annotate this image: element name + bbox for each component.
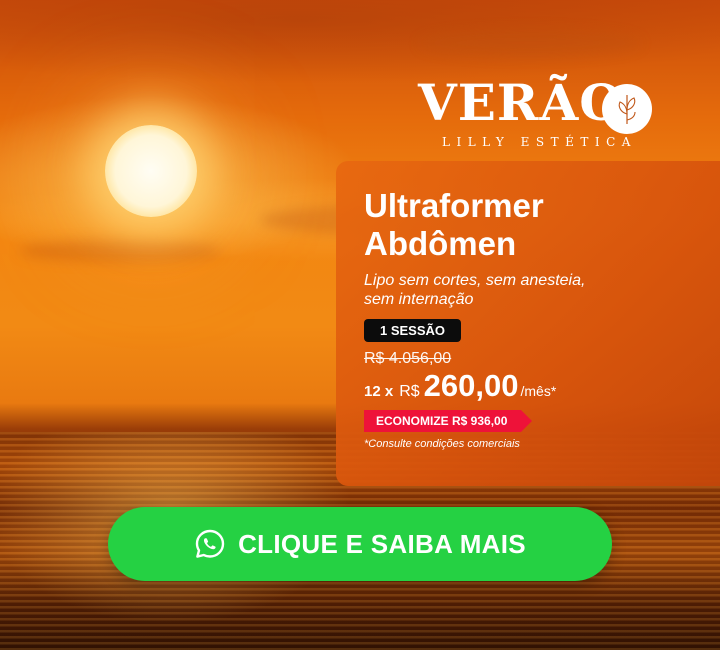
offer-subtitle: Lipo sem cortes, sem anesteia, sem inter… (364, 272, 586, 308)
old-price: R$ 4.056,00 (364, 350, 452, 367)
offer-card: Ultraformer Abdômen Lipo sem cortes, sem… (336, 161, 720, 486)
session-badge: 1 SESSÃO (364, 319, 462, 342)
whatsapp-icon (194, 528, 226, 560)
brand-subtitle: LILLY ESTÉTICA (442, 135, 637, 149)
disclaimer: *Consulte condições comerciais (364, 438, 520, 450)
cloud (420, 30, 640, 56)
leaf-emblem-icon (602, 84, 652, 134)
promo-banner: VERÃO LILLY ESTÉTICA Ultraformer Abdômen… (0, 0, 720, 650)
savings-badge: ECONOMIZE R$ 936,00 (364, 410, 533, 432)
installments: 12 x (364, 383, 394, 400)
sun (105, 125, 197, 217)
offer-title-line1: Ultraformer (364, 187, 544, 224)
cta-button[interactable]: CLIQUE E SAIBA MAIS (108, 507, 612, 581)
price-row: 12 x R$ 260,00 /mês* (364, 368, 720, 404)
price-period: /mês* (520, 383, 557, 399)
cloud (20, 240, 220, 262)
cta-label: CLIQUE E SAIBA MAIS (238, 528, 526, 559)
brand-logo: VERÃO LILLY ESTÉTICA (418, 78, 658, 152)
price-amount: 260,00 (423, 368, 519, 403)
brand-name: VERÃO (418, 73, 624, 132)
offer-title-line2: Abdômen (364, 225, 517, 262)
offer-title: Ultraformer Abdômen (364, 187, 720, 263)
currency: R$ (399, 383, 420, 400)
